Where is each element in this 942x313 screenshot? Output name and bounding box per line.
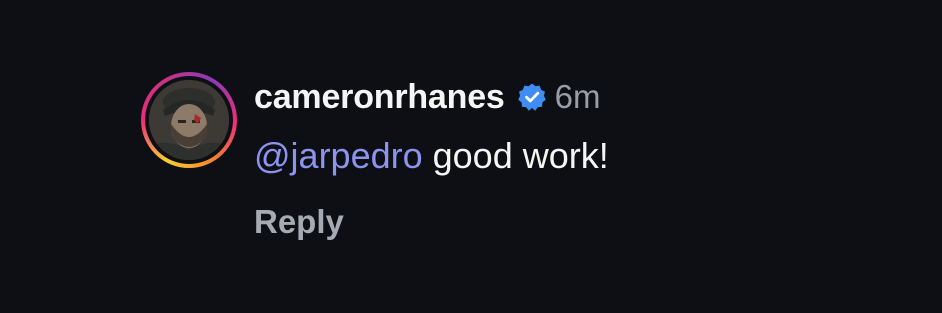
verified-badge-icon bbox=[517, 82, 547, 112]
comment-body: cameronrhanes 6m @jarpedro good work! Re… bbox=[254, 76, 609, 242]
comment: cameronrhanes 6m @jarpedro good work! Re… bbox=[0, 0, 942, 313]
comment-message: good work! bbox=[432, 135, 609, 176]
comment-text: @jarpedro good work! bbox=[254, 134, 609, 178]
story-ring[interactable] bbox=[141, 72, 237, 168]
avatar[interactable] bbox=[149, 80, 229, 160]
timestamp: 6m bbox=[554, 78, 601, 115]
mention-link[interactable]: @jarpedro bbox=[254, 135, 423, 177]
avatar-image bbox=[149, 80, 229, 160]
reply-button[interactable]: Reply bbox=[254, 202, 609, 242]
username[interactable]: cameronrhanes bbox=[254, 78, 505, 117]
comment-header: cameronrhanes 6m bbox=[254, 76, 609, 118]
avatar-gap bbox=[145, 76, 233, 164]
